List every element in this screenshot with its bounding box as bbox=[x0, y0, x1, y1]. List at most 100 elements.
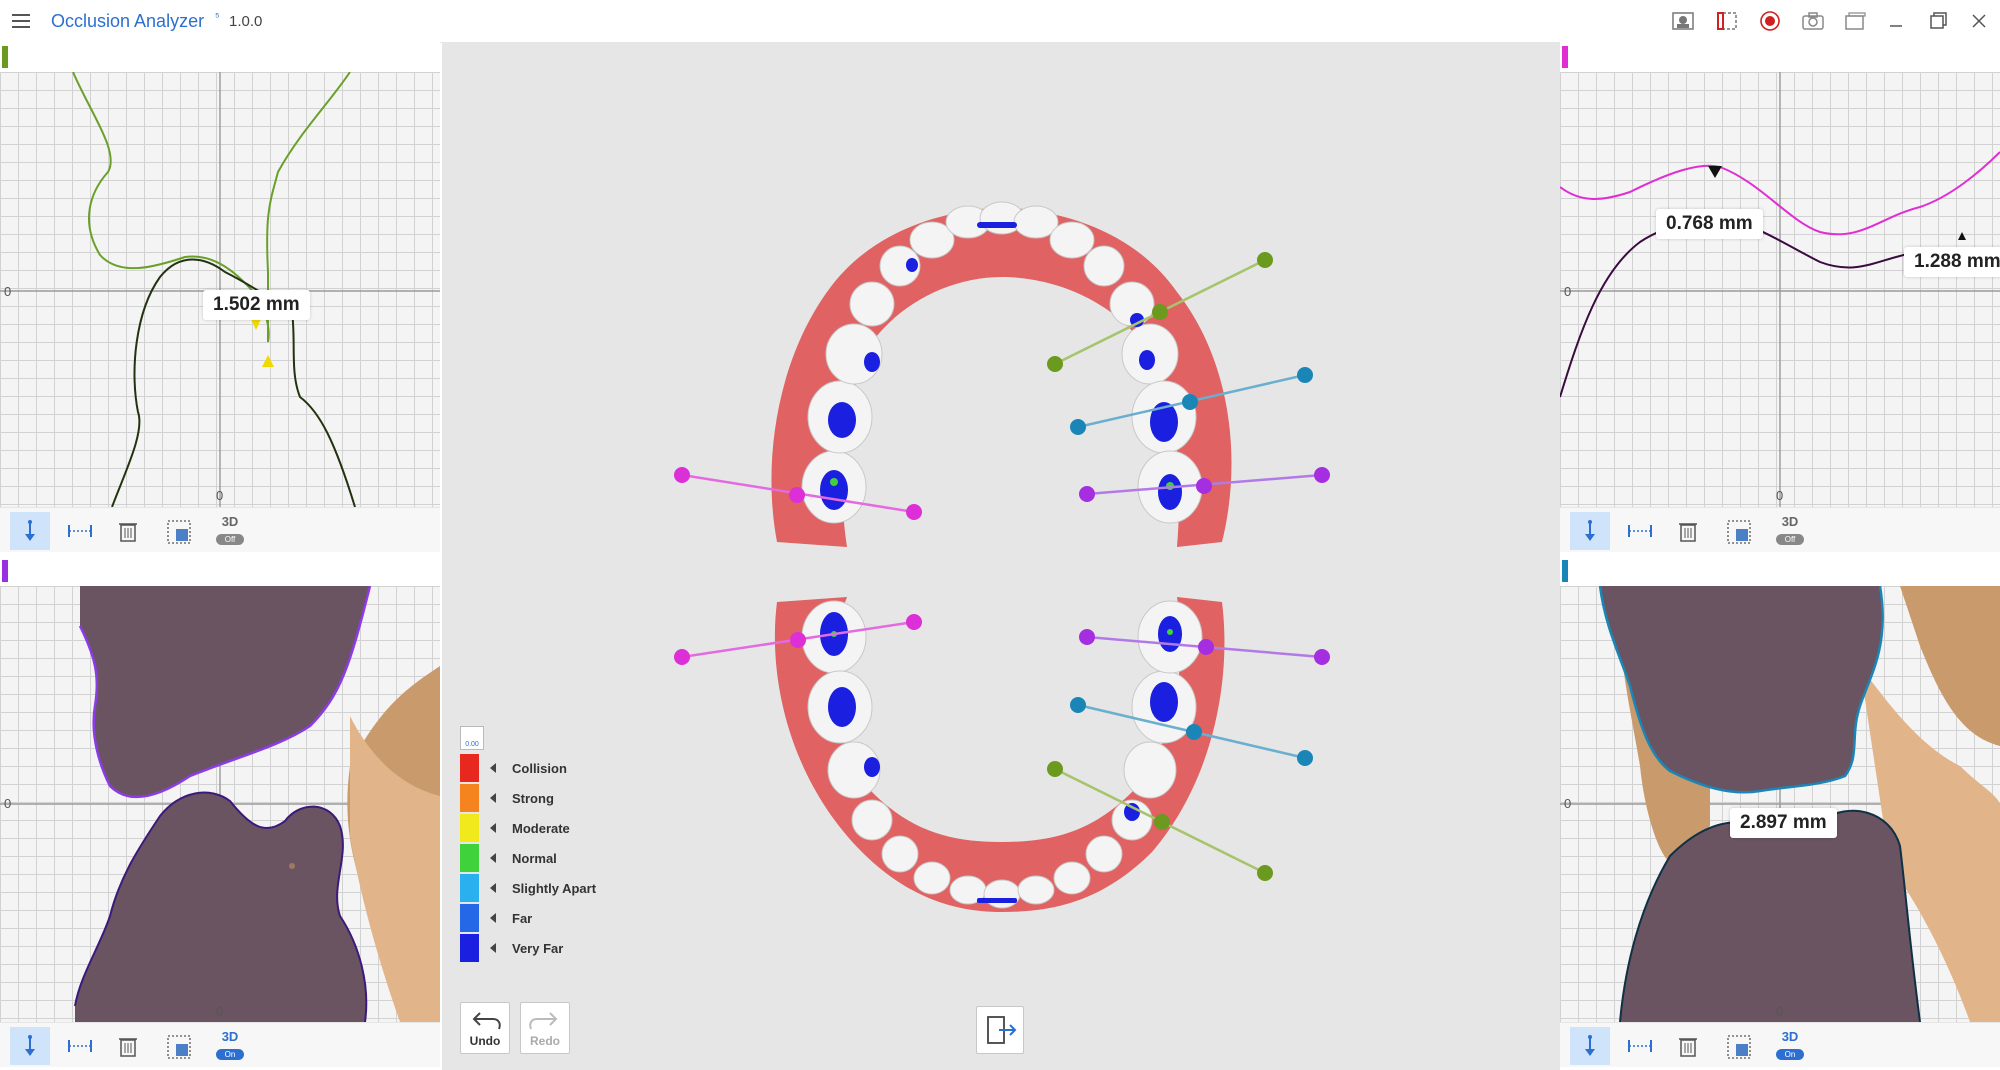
trash-icon[interactable] bbox=[1668, 512, 1708, 550]
3d-viewport[interactable]: 0.00 Collision Strong Moderate Normal Sl… bbox=[442, 42, 1560, 1070]
3d-toggle[interactable]: 3D On bbox=[210, 1029, 250, 1063]
distance-tool-icon[interactable] bbox=[1618, 512, 1658, 550]
distance-measurement: 1.502 mm bbox=[203, 290, 310, 320]
cross-section-graph[interactable]: 0 0 bbox=[0, 586, 440, 1022]
panel-header bbox=[1560, 42, 2000, 72]
legend-item[interactable]: Moderate bbox=[460, 814, 620, 842]
legend-item[interactable]: Collision bbox=[460, 754, 620, 782]
legend-label: Far bbox=[512, 911, 533, 926]
panel-accent-marker bbox=[1562, 46, 1568, 68]
legend-swatch bbox=[460, 874, 479, 902]
legend-item[interactable]: Far bbox=[460, 904, 620, 932]
legend-arrow-icon[interactable] bbox=[490, 763, 496, 773]
panel-header bbox=[0, 42, 440, 72]
legend-arrow-icon[interactable] bbox=[490, 853, 496, 863]
undo-label: Undo bbox=[469, 1034, 501, 1048]
axis-zero-x: 0 bbox=[216, 488, 224, 503]
legend-arrow-icon[interactable] bbox=[490, 913, 496, 923]
axis-zero-y: 0 bbox=[1564, 284, 1572, 299]
axis-zero-y: 0 bbox=[4, 284, 12, 299]
redo-label: Redo bbox=[530, 1034, 560, 1048]
legend-swatch bbox=[460, 934, 479, 962]
probe-tool-icon[interactable] bbox=[1570, 1027, 1610, 1065]
3d-toggle[interactable]: 3D Off bbox=[1770, 514, 1810, 548]
cross-section-graph[interactable]: 2.897 mm 0 0 bbox=[1560, 586, 2000, 1022]
panel-accent-marker bbox=[1562, 560, 1568, 582]
app-title: Occlusion Analyzer bbox=[51, 11, 205, 31]
distance-tool-icon[interactable] bbox=[58, 512, 98, 550]
trash-icon[interactable] bbox=[108, 512, 148, 550]
axis-zero-y: 0 bbox=[4, 796, 12, 811]
distance-measurement: 2.897 mm bbox=[1730, 808, 1837, 838]
restore-icon[interactable] bbox=[1925, 9, 1951, 33]
camera-icon[interactable] bbox=[1800, 9, 1826, 33]
legend-swatch bbox=[460, 754, 479, 782]
title-bar: Occlusion Analyzer ⁵ 1.0.0 bbox=[0, 0, 2000, 43]
legend-swatch bbox=[460, 904, 479, 932]
cross-section-panel-top-left: 1.502 mm 0 0 3D Off bbox=[0, 42, 440, 554]
crop-icon[interactable] bbox=[1714, 9, 1740, 33]
record-icon[interactable] bbox=[1757, 9, 1783, 33]
3d-toggle[interactable]: 3D Off bbox=[210, 514, 250, 548]
axis-zero-x: 0 bbox=[216, 1004, 224, 1019]
redo-icon bbox=[529, 1012, 558, 1030]
grid-view-icon[interactable] bbox=[1718, 1027, 1758, 1065]
grid-view-icon[interactable] bbox=[158, 1027, 198, 1065]
panel-header bbox=[0, 556, 440, 586]
legend-header: 0.00 bbox=[465, 741, 479, 748]
cross-section-panel-top-right: 0.768 mm 1.288 mm 0 0 3D Off bbox=[1560, 42, 2000, 554]
legend-arrow-icon[interactable] bbox=[490, 943, 496, 953]
legend-swatch bbox=[460, 844, 479, 872]
distance-tool-icon[interactable] bbox=[58, 1027, 98, 1065]
grid-view-icon[interactable] bbox=[1718, 512, 1758, 550]
3d-toggle-label: 3D bbox=[1781, 1029, 1799, 1044]
axis-zero-x: 0 bbox=[1776, 1004, 1784, 1019]
axis-zero-x: 0 bbox=[1776, 488, 1784, 503]
legend-settings-icon[interactable]: 0.00 bbox=[460, 726, 484, 750]
axis-zero-y: 0 bbox=[1564, 796, 1572, 811]
3d-toggle[interactable]: 3D On bbox=[1770, 1029, 1810, 1063]
exit-button[interactable] bbox=[976, 1006, 1024, 1054]
legend-item[interactable]: Slightly Apart bbox=[460, 874, 620, 902]
legend-label: Collision bbox=[512, 761, 567, 776]
cross-section-graph[interactable]: 0.768 mm 1.288 mm 0 0 bbox=[1560, 72, 2000, 507]
probe-tool-icon[interactable] bbox=[10, 512, 50, 550]
panel-accent-marker bbox=[2, 46, 8, 68]
3d-toggle-state: Off bbox=[216, 534, 244, 545]
legend-item[interactable]: Very Far bbox=[460, 934, 620, 962]
minimize-icon[interactable] bbox=[1883, 9, 1909, 33]
legend-arrow-icon[interactable] bbox=[490, 883, 496, 893]
cross-section-graph[interactable]: 1.502 mm 0 0 bbox=[0, 72, 440, 507]
window-layout-icon[interactable] bbox=[1842, 9, 1868, 33]
panel-accent-marker bbox=[2, 560, 8, 582]
app-version: 1.0.0 bbox=[229, 13, 263, 30]
probe-tool-icon[interactable] bbox=[10, 1027, 50, 1065]
legend-swatch bbox=[460, 784, 479, 812]
3d-toggle-label: 3D bbox=[221, 1029, 239, 1044]
close-icon[interactable] bbox=[1966, 9, 1992, 33]
panel-toolbar: 3D Off bbox=[1560, 507, 2000, 552]
trash-icon[interactable] bbox=[1668, 1027, 1708, 1065]
panel-toolbar: 3D On bbox=[0, 1022, 440, 1067]
face-scan-icon[interactable] bbox=[1670, 9, 1696, 33]
grid-view-icon[interactable] bbox=[158, 512, 198, 550]
legend-arrow-icon[interactable] bbox=[490, 793, 496, 803]
cross-section-panel-bottom-left: 0 0 3D On bbox=[0, 556, 440, 1070]
app-flag: ⁵ bbox=[215, 11, 220, 23]
legend-item[interactable]: Normal bbox=[460, 844, 620, 872]
hamburger-menu-icon[interactable] bbox=[10, 11, 32, 31]
probe-tool-icon[interactable] bbox=[1570, 512, 1610, 550]
redo-button[interactable]: Redo bbox=[520, 1002, 570, 1054]
trash-icon[interactable] bbox=[108, 1027, 148, 1065]
legend-label: Very Far bbox=[512, 941, 564, 956]
legend-label: Moderate bbox=[512, 821, 570, 836]
panel-toolbar: 3D On bbox=[1560, 1022, 2000, 1067]
legend-item[interactable]: Strong bbox=[460, 784, 620, 812]
undo-button[interactable]: Undo bbox=[460, 1002, 510, 1054]
3d-toggle-state: On bbox=[1776, 1049, 1804, 1060]
3d-toggle-state: On bbox=[216, 1049, 244, 1060]
exit-icon bbox=[987, 1016, 1017, 1044]
legend-swatch bbox=[460, 814, 479, 842]
legend-arrow-icon[interactable] bbox=[490, 823, 496, 833]
distance-tool-icon[interactable] bbox=[1618, 1027, 1658, 1065]
